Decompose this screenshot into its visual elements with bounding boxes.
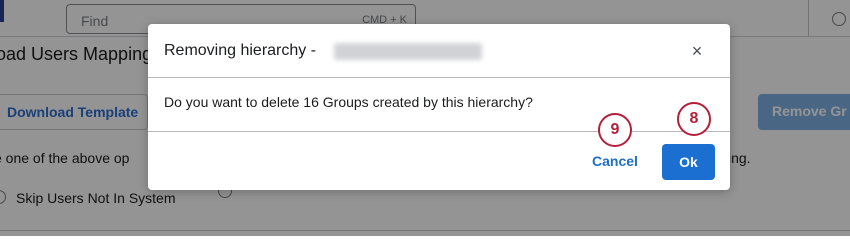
page: Find CMD + K load Users Mapping Download… [0,0,850,236]
step-callout-cancel: 9 [598,113,632,147]
ok-button[interactable]: Ok [662,144,715,180]
close-icon[interactable]: × [686,40,708,62]
dialog-title: Removing hierarchy - [164,42,317,59]
cancel-button[interactable]: Cancel [584,144,646,178]
dialog-message: Do you want to delete 16 Groups created … [164,94,533,110]
dialog-header-divider [148,77,730,78]
dialog-footer-divider [148,131,730,132]
redacted-hierarchy-name [334,43,482,60]
step-callout-ok: 8 [677,102,711,136]
remove-hierarchy-dialog: Removing hierarchy - × Do you want to de… [148,24,730,190]
